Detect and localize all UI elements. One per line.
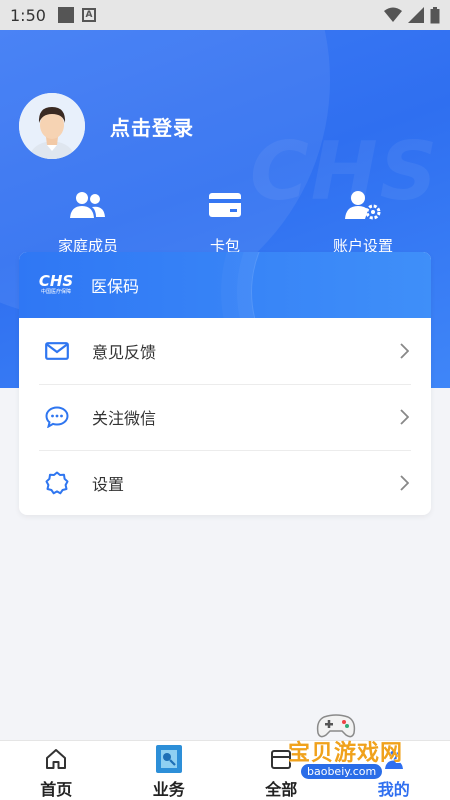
menu-item-label: 设置 bbox=[92, 475, 125, 494]
watermark-url: baobeiy.com bbox=[301, 764, 383, 779]
nav-label: 业务 bbox=[152, 780, 185, 799]
settings-icon bbox=[45, 471, 69, 495]
menu-item-label: 意见反馈 bbox=[92, 343, 157, 362]
avatar[interactable] bbox=[19, 93, 85, 159]
nav-label: 首页 bbox=[40, 780, 73, 799]
watermark-title: 宝贝游戏网 bbox=[288, 741, 404, 766]
quick-account-settings[interactable]: 账户设置 bbox=[303, 185, 423, 256]
notification-a-icon: A bbox=[81, 8, 96, 22]
medical-code-title: 医保码 bbox=[91, 277, 140, 296]
card-icon bbox=[209, 193, 241, 217]
decor-rings bbox=[251, 252, 431, 318]
quick-family-members[interactable]: 家庭成员 bbox=[28, 185, 148, 256]
chevron-right-icon bbox=[400, 475, 409, 491]
family-icon bbox=[70, 192, 105, 218]
wifi-icon bbox=[384, 7, 402, 22]
home-icon bbox=[46, 749, 67, 769]
business-icon bbox=[155, 745, 182, 773]
notification-square-icon bbox=[57, 7, 74, 23]
medical-code-entry[interactable]: CHS 中国医疗保障 医保码 bbox=[19, 252, 431, 318]
chs-logo: CHS 中国医疗保障 bbox=[37, 274, 75, 296]
signal-icon bbox=[408, 7, 424, 23]
menu-item-label: 关注微信 bbox=[92, 409, 157, 428]
chevron-right-icon bbox=[400, 343, 409, 359]
mail-icon bbox=[45, 342, 69, 360]
battery-icon bbox=[430, 6, 440, 23]
account-settings-icon bbox=[345, 191, 381, 220]
menu-card: CHS 中国医疗保障 医保码 意见反馈 关注微信 设置 bbox=[19, 252, 431, 515]
nav-business[interactable]: 业务 bbox=[113, 741, 226, 800]
chs-logo-subtext: 中国医疗保障 bbox=[40, 289, 71, 295]
status-time: 1:50 bbox=[10, 5, 46, 25]
quick-card-wallet[interactable]: 卡包 bbox=[165, 185, 285, 256]
chs-logo-text: CHS bbox=[38, 272, 74, 290]
chat-icon bbox=[45, 406, 69, 428]
chevron-right-icon bbox=[400, 409, 409, 425]
avatar-person-icon bbox=[19, 93, 85, 159]
menu-item-settings[interactable]: 设置 bbox=[19, 450, 431, 515]
menu-item-follow-wechat[interactable]: 关注微信 bbox=[19, 384, 431, 450]
menu-item-feedback[interactable]: 意见反馈 bbox=[19, 318, 431, 384]
nav-home[interactable]: 首页 bbox=[0, 741, 113, 800]
status-bar: 1:50 A bbox=[0, 0, 450, 30]
site-watermark: 宝贝游戏网 baobeiy.com bbox=[288, 712, 448, 792]
login-link[interactable]: 点击登录 bbox=[110, 112, 194, 141]
